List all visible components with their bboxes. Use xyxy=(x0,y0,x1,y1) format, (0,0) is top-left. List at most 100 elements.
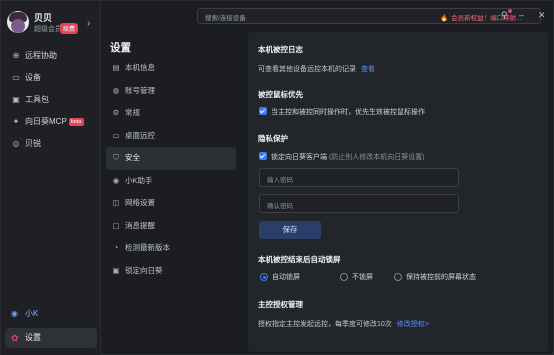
assistant-icon: ◉ xyxy=(112,175,120,185)
lock-client-checkbox[interactable] xyxy=(259,152,267,160)
auth-desc-text: 授权指定主控发起远控，每季度可修改10次 xyxy=(258,321,392,328)
view-log-link[interactable]: 查看 xyxy=(361,66,375,73)
mouse-priority-label: 当主控和被控同时操作时，优先生效被控鼠标操作 xyxy=(271,109,425,116)
avatar[interactable] xyxy=(7,11,29,33)
menu-item-label: 检测最新版本 xyxy=(125,243,170,252)
menu-item-network[interactable]: ◫ 网络设置 xyxy=(106,192,236,215)
message-icon: ▢ xyxy=(112,220,120,230)
lock-client-text: 锁定向日葵客户端 xyxy=(271,154,327,161)
sidebar-item-label: 设置 xyxy=(25,333,41,342)
general-icon: ⚙ xyxy=(112,108,120,117)
mcp-icon: ✦ xyxy=(12,117,20,126)
sidebar-item-remote-assist[interactable]: ⊕ 远程协助 xyxy=(5,45,97,67)
sidebar-item-label: 小K xyxy=(25,309,39,318)
promo-banner[interactable]: 🔥 会员新权益！端口映射... xyxy=(440,12,522,22)
top-bar: 搜索/连接设备 🔥 会员新权益！端口映射... ⚲ – ✕ xyxy=(101,1,554,31)
profile-tier: 超级会员 xyxy=(34,26,62,33)
sidebar: 贝贝 超级会员 续费 › ⊕ 远程协助 ▭ 设备 ▣ 工具包 ✦ 向日葵MCP b… xyxy=(1,1,101,355)
minimize-icon[interactable]: – xyxy=(519,10,524,20)
sidebar-item-label: 设备 xyxy=(25,73,41,82)
auth-description: 授权指定主控发起远控，每季度可修改10次 修改授权> xyxy=(258,319,429,329)
settings-menu: 设置 ▤ 本机信息 ◍ 账号管理 ⚙ 常规 ▭ 桌面远控 ⛉ 安全 ◉ 小K助手 ◫ 网络设置… xyxy=(101,31,248,355)
toolbox-icon: ▣ xyxy=(12,95,20,104)
lock-icon: ▣ xyxy=(112,265,120,275)
menu-item-account[interactable]: ◍ 账号管理 xyxy=(106,80,236,103)
menu-item-assistant[interactable]: ◉ 小K助手 xyxy=(106,170,236,193)
radio-keep-state[interactable] xyxy=(394,273,402,281)
confirm-password-input[interactable]: 确认密码 xyxy=(259,194,459,213)
log-section-title: 本机被控日志 xyxy=(258,45,303,54)
sidebar-item-label: 工具包 xyxy=(25,95,49,104)
log-description: 可查看其他设备远控本机的记录 查看 xyxy=(258,64,375,74)
renew-badge[interactable]: 续费 xyxy=(60,23,79,34)
menu-item-label: 账号管理 xyxy=(125,85,155,95)
mouse-priority-checkbox[interactable] xyxy=(259,107,267,115)
privacy-section-title: 隐私保护 xyxy=(258,134,288,143)
notification-dot xyxy=(508,9,512,13)
autolock-section-title: 本机被控结束后自动锁屏 xyxy=(258,255,341,264)
chevron-right-icon[interactable]: › xyxy=(87,18,90,29)
menu-item-label: 网络设置 xyxy=(125,198,155,207)
close-icon[interactable]: ✕ xyxy=(538,10,546,21)
modify-auth-link[interactable]: 修改授权> xyxy=(397,321,429,328)
sidebar-item-label: 向日葵MCP xyxy=(25,117,67,126)
radio-no-lock-label: 不锁屏 xyxy=(352,274,373,281)
search-input[interactable]: 搜索/连接设备 🔥 会员新权益！端口映射... xyxy=(197,8,541,24)
menu-item-label: 本机信息 xyxy=(125,63,155,72)
xiaok-icon: ◉ xyxy=(11,309,18,318)
radio-no-lock[interactable] xyxy=(340,273,348,281)
fire-icon: 🔥 xyxy=(440,15,449,22)
menu-item-info[interactable]: ▤ 本机信息 xyxy=(106,57,236,80)
menu-item-label: 桌面远控 xyxy=(125,130,155,140)
oray-icon: ◎ xyxy=(12,139,20,148)
sidebar-item-devices[interactable]: ▭ 设备 xyxy=(5,67,97,89)
menu-item-general[interactable]: ⚙ 常规 xyxy=(106,102,236,125)
radio-keep-state-label: 保持被控前的屏幕状态 xyxy=(406,274,476,281)
settings-menu-list: ▤ 本机信息 ◍ 账号管理 ⚙ 常规 ▭ 桌面远控 ⛉ 安全 ◉ 小K助手 ◫ 网络设置 ▢ 消… xyxy=(106,57,236,282)
lock-client-label: 锁定向日葵客户端 (防止别人修改本机向日葵设置) xyxy=(271,152,425,162)
confirm-password-placeholder: 确认密码 xyxy=(267,203,293,210)
sidebar-item-toolbox[interactable]: ▣ 工具包 xyxy=(5,89,97,111)
lock-client-hint: (防止别人修改本机向日葵设置) xyxy=(328,154,425,161)
search-placeholder: 搜索/连接设备 xyxy=(205,15,246,22)
menu-item-desktop-control[interactable]: ▭ 桌面远控 xyxy=(106,125,236,148)
sidebar-item-settings[interactable]: ✿ 设置 xyxy=(5,328,97,348)
autolock-options: 自动锁屏 不锁屏 保持被控前的屏幕状态 xyxy=(258,272,548,284)
profile-card[interactable]: 贝贝 超级会员 续费 › xyxy=(7,9,97,39)
radio-auto-lock-label: 自动锁屏 xyxy=(272,274,300,281)
password-input[interactable]: 输入密码 xyxy=(259,168,459,187)
log-desc-text: 可查看其他设备远控本机的记录 xyxy=(258,66,356,73)
account-icon: ◍ xyxy=(112,85,120,95)
menu-item-label: 常规 xyxy=(125,108,140,117)
menu-item-label: 小K助手 xyxy=(125,175,153,185)
remote-assist-icon: ⊕ xyxy=(12,51,20,60)
promo-text: 会员新权益！端口映射... xyxy=(451,15,522,22)
menu-item-messages[interactable]: ▢ 消息提醒 xyxy=(106,215,236,238)
monitor-icon: ▭ xyxy=(12,73,20,82)
settings-icon: ✿ xyxy=(11,333,19,343)
sidebar-item-oray[interactable]: ◎ 贝锐 xyxy=(5,133,97,155)
auth-section-title: 主控授权管理 xyxy=(258,300,303,309)
password-placeholder: 输入密码 xyxy=(267,177,293,184)
menu-item-lock[interactable]: ▣ 锁定向日葵 xyxy=(106,260,236,283)
info-icon: ▤ xyxy=(112,63,120,72)
sidebar-bottom: ◉ 小K ✿ 设置 xyxy=(5,306,97,348)
menu-item-label: 消息提醒 xyxy=(125,220,155,230)
network-icon: ◫ xyxy=(112,198,120,207)
shield-icon: ⛉ xyxy=(113,153,119,162)
sidebar-item-label: 远程协助 xyxy=(25,51,57,60)
update-icon: ◔ xyxy=(113,243,119,252)
sidebar-nav: ⊕ 远程协助 ▭ 设备 ▣ 工具包 ✦ 向日葵MCP beta ◎ 贝锐 xyxy=(5,45,97,155)
mouse-section-title: 被控鼠标优先 xyxy=(258,90,303,99)
menu-item-label: 安全 xyxy=(125,153,140,162)
radio-auto-lock[interactable] xyxy=(260,273,268,281)
menu-item-label: 锁定向日葵 xyxy=(125,265,163,275)
sidebar-item-mcp[interactable]: ✦ 向日葵MCP beta xyxy=(5,111,97,133)
sidebar-item-label: 贝锐 xyxy=(25,139,41,148)
menu-item-update[interactable]: ◔ 检测最新版本 xyxy=(106,237,236,260)
menu-item-security[interactable]: ⛉ 安全 xyxy=(106,147,236,170)
pin-icon[interactable]: ⚲ xyxy=(501,10,508,21)
profile-name: 贝贝 xyxy=(34,13,53,23)
sidebar-item-xiaok[interactable]: ◉ 小K xyxy=(5,306,97,322)
save-button[interactable]: 保存 xyxy=(259,221,321,239)
